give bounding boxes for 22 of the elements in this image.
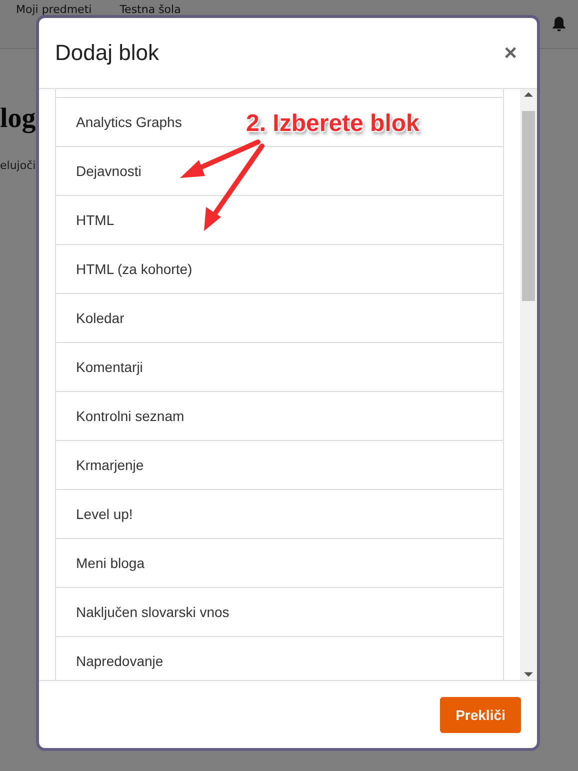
block-list-item[interactable]: Level up! [55, 490, 504, 539]
block-list-item[interactable]: Koledar [55, 294, 504, 343]
scroll-down-icon[interactable] [524, 672, 533, 677]
block-list-item[interactable]: Napredovanje [55, 637, 504, 680]
bell-icon[interactable] [550, 15, 568, 33]
dialog-title: Dodaj blok [55, 40, 159, 66]
page-heading: log [0, 103, 36, 135]
block-list-item[interactable]: HTML (za kohorte) [55, 245, 504, 294]
page-subtext: elujoči [0, 159, 36, 172]
block-list-item[interactable]: Meni bloga [55, 539, 504, 588]
close-button[interactable]: × [502, 40, 519, 66]
scroll-up-icon[interactable] [524, 92, 533, 97]
breadcrumb-link[interactable]: Testna šola [120, 3, 181, 16]
block-list-item[interactable]: Naključen slovarski vnos [55, 588, 504, 637]
scrollbar-track[interactable] [520, 89, 537, 680]
cancel-button[interactable]: Prekliči [440, 696, 521, 732]
scrollbar-thumb[interactable] [522, 111, 535, 301]
block-list-item[interactable]: Kontrolni seznam [55, 392, 504, 441]
breadcrumb-link[interactable]: Moji predmeti [16, 3, 92, 16]
block-list-item[interactable]: Krmarjenje [55, 441, 504, 490]
annotation-text: 2. Izberete blok [246, 110, 420, 138]
block-list-item[interactable]: Komentarji [55, 343, 504, 392]
